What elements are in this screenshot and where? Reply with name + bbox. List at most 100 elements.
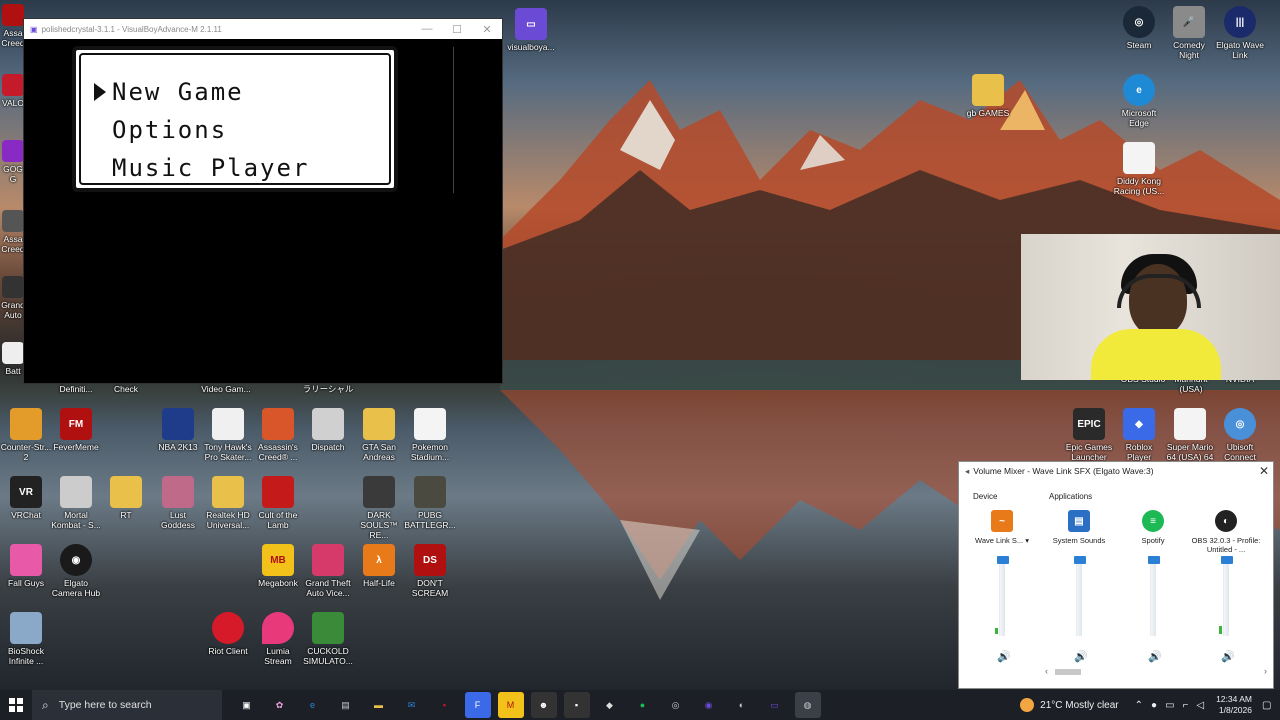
visualboy-icon[interactable]: ▭	[762, 692, 788, 718]
desktop-icon-nba[interactable]: NBA 2K13	[152, 408, 204, 452]
desktop-icon-fallguys[interactable]: Fall Guys	[0, 544, 52, 588]
app-icon[interactable]: ◉	[696, 692, 722, 718]
volume-slider-spotify[interactable]	[1148, 556, 1160, 636]
mute-button-system-sounds[interactable]: 🔊	[1074, 650, 1088, 663]
volume-mixer-window[interactable]: ◂ Volume Mixer - Wave Link SFX (Elgato W…	[958, 461, 1274, 689]
desktop-icon-cs[interactable]: Counter-Str... 2	[0, 408, 52, 462]
mute-button-spotify[interactable]: 🔊	[1148, 650, 1162, 663]
app-icon[interactable]: ▪	[563, 692, 590, 718]
desktop-icon-lust[interactable]: Lust Goddess	[152, 476, 204, 530]
store-icon[interactable]: ▤	[333, 692, 359, 718]
app-icon[interactable]: ▪	[432, 692, 458, 718]
volume-mixer-taskbar-icon[interactable]: ◍	[794, 692, 821, 718]
desktop-icon-mk[interactable]: Mortal Kombat - S...	[50, 476, 102, 530]
desktop-icon-roblox[interactable]: ◆ Roblox Player	[1113, 408, 1165, 462]
volume-slider-system-sounds[interactable]	[1074, 556, 1086, 636]
desktop-icon-epic[interactable]: EPIC Epic Games Launcher	[1063, 408, 1115, 462]
desktop-icon-elgato-cam[interactable]: ◉ Elgato Camera Hub	[50, 544, 102, 598]
desktop-icon-thps[interactable]: Tony Hawk's Pro Skater...	[202, 408, 254, 462]
desktop-icon-gtav[interactable]: Grand Theft Auto Vice...	[302, 544, 354, 598]
horizontal-scrollbar[interactable]: ‹ ›	[1045, 666, 1267, 676]
edge-icon[interactable]: e	[300, 692, 326, 718]
desktop-icon-diddy[interactable]: Diddy Kong Racing (US...	[1113, 142, 1165, 196]
copilot-icon[interactable]: ✿	[267, 692, 293, 718]
emulator-titlebar[interactable]: ▣ polishedcrystal-3.1.1 - VisualBoyAdvan…	[24, 19, 502, 39]
desktop-icon-definiti[interactable]: Definiti...	[50, 384, 102, 394]
slider-thumb[interactable]	[1074, 556, 1086, 564]
scrollbar-thumb[interactable]	[1055, 669, 1081, 675]
taskbar-search[interactable]: ⌕ Type here to search	[32, 690, 222, 720]
desktop-icon-check[interactable]: Check	[100, 384, 152, 394]
desktop-icon-ubisoft[interactable]: ◎ Ubisoft Connect	[1214, 408, 1266, 462]
maximize-button[interactable]: ☐	[442, 23, 472, 36]
menu-new-game[interactable]: New Game	[112, 78, 244, 106]
desktop-icon-dontscream[interactable]: DS DON'T SCREAM	[404, 544, 456, 598]
desktop-icon-cult[interactable]: Cult of the Lamb	[252, 476, 304, 530]
desktop-icon-supermario[interactable]: Super Mario 64 (USA) 64	[1164, 408, 1216, 462]
mute-button-device[interactable]: 🔊	[997, 650, 1011, 663]
desktop-icon-jp[interactable]: ラリーシャル	[302, 384, 354, 394]
spotify-icon[interactable]: ●	[630, 692, 656, 718]
desktop-icon-dispatch[interactable]: Dispatch	[302, 408, 354, 452]
desktop-icon-gta-sa[interactable]: GTA San Andreas	[353, 408, 405, 462]
device-name[interactable]: Wave Link S... ▾	[967, 536, 1037, 554]
obs-icon[interactable]: ◐	[729, 692, 755, 718]
desktop-icon-videogam[interactable]: Video Gam...	[200, 384, 252, 394]
menu-music-player[interactable]: Music Player	[112, 154, 309, 182]
mute-button-obs[interactable]: 🔊	[1221, 650, 1235, 663]
desktop-icon-bioshock[interactable]: BioShock Infinite ...	[0, 612, 52, 666]
weather-widget[interactable]: 21°C Mostly clear	[1020, 698, 1119, 712]
epic-games-icon: EPIC	[1073, 408, 1105, 440]
desktop-icon-visualboy[interactable]: ▭ visualboya...	[505, 8, 557, 52]
volume-slider-device[interactable]	[995, 556, 1009, 636]
scroll-left-icon[interactable]: ‹	[1045, 666, 1048, 676]
volume-slider-obs[interactable]	[1219, 556, 1233, 636]
task-view-icon[interactable]: ▣	[234, 692, 260, 718]
chevron-up-icon[interactable]: ⌃	[1135, 700, 1143, 711]
desktop-icon-ac[interactable]: Assassin's Creed® ...	[252, 408, 304, 462]
minimize-button[interactable]: —	[412, 23, 442, 35]
desktop-icon-gb-games[interactable]: gb GAMES	[962, 74, 1014, 118]
desktop-icon-vrchat[interactable]: VR VRChat	[0, 476, 52, 520]
desktop-icon-halflife[interactable]: λ Half-Life	[353, 544, 405, 588]
search-icon: ⌕	[42, 697, 49, 712]
desktop-icon-pokemon-stadium[interactable]: Pokemon Stadium...	[404, 408, 456, 462]
fall-guys-taskbar-icon[interactable]: F	[464, 692, 491, 718]
outlook-icon[interactable]: ✉	[399, 692, 425, 718]
desktop-icon-fm[interactable]: FM FeverMeme	[50, 408, 102, 452]
desktop-icon-darksouls[interactable]: DARK SOULS™ RE...	[353, 476, 405, 540]
network-icon[interactable]: ⌐	[1183, 700, 1189, 711]
close-button[interactable]: ✕	[472, 23, 502, 36]
desktop-icon-edge[interactable]: e Microsoft Edge	[1113, 74, 1165, 128]
microphone-icon[interactable]: ●	[1151, 700, 1157, 711]
notification-icon[interactable]: ▢	[1262, 700, 1280, 711]
scroll-right-icon[interactable]: ›	[1264, 666, 1267, 676]
app-icon[interactable]: ☻	[530, 692, 557, 718]
desktop-icon-lumia[interactable]: Lumia Stream	[252, 612, 304, 666]
megabonk-taskbar-icon[interactable]: M	[497, 692, 524, 718]
menu-options[interactable]: Options	[112, 116, 227, 144]
volume-icon[interactable]: ◁	[1196, 700, 1204, 711]
desktop-icon-megabonk[interactable]: MB Megabonk	[252, 544, 304, 588]
desktop-icon-cuckold[interactable]: CUCKOLD SIMULATO...	[302, 612, 354, 666]
file-explorer-icon[interactable]: ▬	[366, 692, 392, 718]
slider-thumb[interactable]	[997, 556, 1009, 564]
desktop-icon-riot[interactable]: Riot Client	[202, 612, 254, 656]
desktop-icon-rt[interactable]: RT	[100, 476, 152, 520]
wave-link-icon: ~	[991, 510, 1013, 532]
monitor-icon[interactable]: ▭	[1165, 700, 1174, 711]
slider-thumb[interactable]	[1221, 556, 1233, 564]
desktop-icon-comedy[interactable]: 🎤 Comedy Night	[1163, 6, 1215, 60]
steam-icon[interactable]: ◎	[663, 692, 689, 718]
desktop-icon-steam[interactable]: ◎ Steam	[1113, 6, 1165, 50]
close-button[interactable]: ✕	[1255, 464, 1273, 478]
start-button[interactable]	[0, 690, 32, 720]
desktop-icon-pubg[interactable]: PUBG BATTLEGR...	[404, 476, 456, 530]
desktop-icon-elgato-wave[interactable]: ||| Elgato Wave Link	[1214, 6, 1266, 60]
clock[interactable]: 12:34 AM 1/8/2026	[1216, 694, 1252, 716]
app-icon[interactable]: ◆	[597, 692, 623, 718]
emulator-window[interactable]: ▣ polishedcrystal-3.1.1 - VisualBoyAdvan…	[23, 18, 503, 384]
desktop-icon-realtek[interactable]: Realtek HD Universal...	[202, 476, 254, 530]
slider-thumb[interactable]	[1148, 556, 1160, 564]
mixer-titlebar[interactable]: ◂ Volume Mixer - Wave Link SFX (Elgato W…	[959, 462, 1273, 480]
